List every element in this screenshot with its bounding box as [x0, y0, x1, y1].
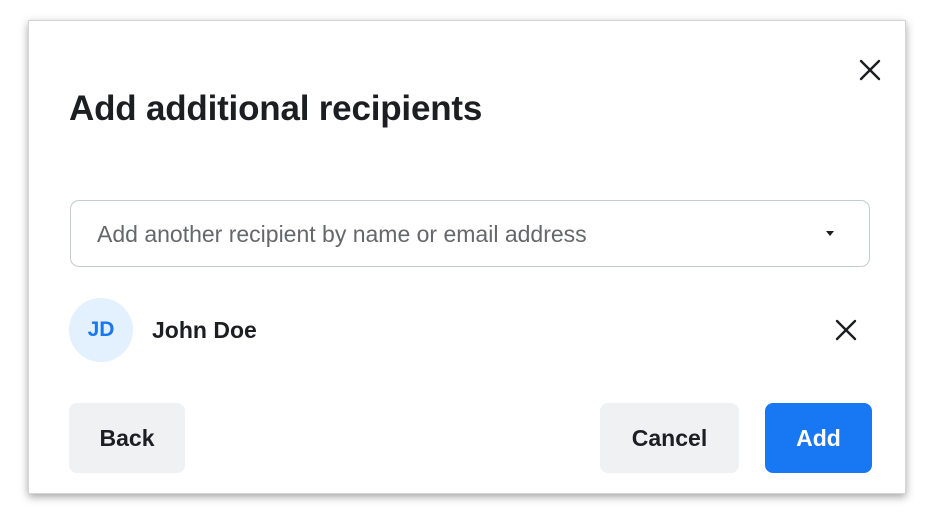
recipient-name: John Doe: [152, 317, 257, 343]
avatar: JD: [69, 298, 133, 362]
close-icon: [859, 59, 881, 81]
remove-recipient-button[interactable]: [833, 317, 859, 343]
dialog-title: Add additional recipients: [69, 89, 483, 128]
cancel-button[interactable]: Cancel: [600, 403, 739, 473]
back-button[interactable]: Back: [69, 403, 185, 473]
recipient-search-input[interactable]: Add another recipient by name or email a…: [70, 200, 870, 267]
caret-down-icon[interactable]: [826, 231, 834, 236]
recipient-search-placeholder: Add another recipient by name or email a…: [97, 221, 587, 247]
close-icon: [835, 319, 857, 341]
add-recipients-dialog: Add additional recipients Add another re…: [28, 20, 906, 494]
add-button[interactable]: Add: [765, 403, 872, 473]
recipient-list-item: JD John Doe: [69, 298, 869, 362]
close-dialog-button[interactable]: [857, 57, 883, 83]
